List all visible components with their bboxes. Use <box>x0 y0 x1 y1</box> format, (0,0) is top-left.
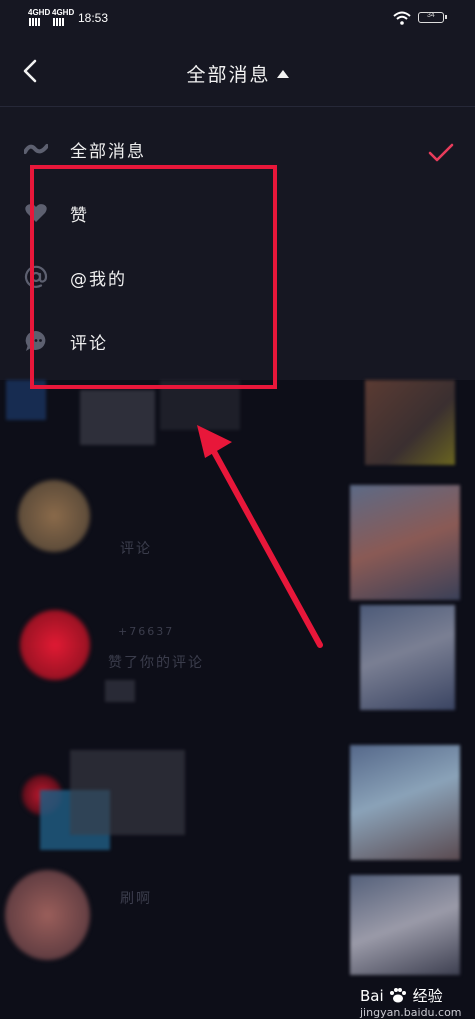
signal-bars-1 <box>28 18 41 28</box>
blurred-thumbnail <box>365 380 455 465</box>
watermark-url: jingyan.baidu.com <box>360 1006 462 1019</box>
blurred-emoji <box>105 680 135 702</box>
top-bar: 全部消息 <box>0 36 475 107</box>
blurred-avatar <box>18 480 90 552</box>
blurred-thumbnail <box>350 745 460 860</box>
blurred-thumbnail <box>350 875 460 975</box>
battery-level: 34 <box>427 12 435 19</box>
blurred-text: +76637 <box>118 625 175 638</box>
signal-bars-2 <box>52 18 65 28</box>
blurred-thumbnail <box>350 485 460 600</box>
blurred-text: 评论 <box>120 541 152 557</box>
menu-item-label: 全部消息 <box>70 142 146 162</box>
blurred-image <box>70 750 185 835</box>
page-title: 全部消息 <box>186 64 271 86</box>
watermark-suffix: 经验 <box>412 987 443 1005</box>
blurred-thumbnail <box>360 605 455 710</box>
blurred-text: 刷啊 <box>120 891 152 907</box>
status-bar: 4GHD 4GHD 18:53 34 <box>0 0 475 36</box>
signal-2-label: 4GHD <box>52 8 75 17</box>
message-filter-dropdown[interactable]: 全部消息 <box>0 60 475 87</box>
wifi-icon <box>393 11 411 25</box>
signal-indicator-1: 4GHD <box>28 9 50 17</box>
wave-icon <box>24 144 48 154</box>
highlight-box <box>30 165 277 389</box>
blurred-avatar <box>80 390 155 445</box>
signal-indicator-2: 4GHD <box>52 9 74 17</box>
blurred-avatar <box>20 610 90 680</box>
blurred-avatar <box>5 870 90 960</box>
clock: 18:53 <box>78 11 109 25</box>
paw-icon <box>390 988 407 1003</box>
message-feed-background: 评论 +76637 赞了你的评论 刷啊 <box>0 380 475 1018</box>
check-icon <box>428 143 454 162</box>
battery-icon: 34 <box>418 12 447 23</box>
caret-up-icon <box>276 70 289 78</box>
watermark: Bai 经验 jingyan.baidu.com <box>360 985 462 1019</box>
signal-1-label: 4GHD <box>28 8 51 17</box>
watermark-brand: Bai <box>360 987 384 1005</box>
blurred-text: 赞了你的评论 <box>108 655 204 671</box>
